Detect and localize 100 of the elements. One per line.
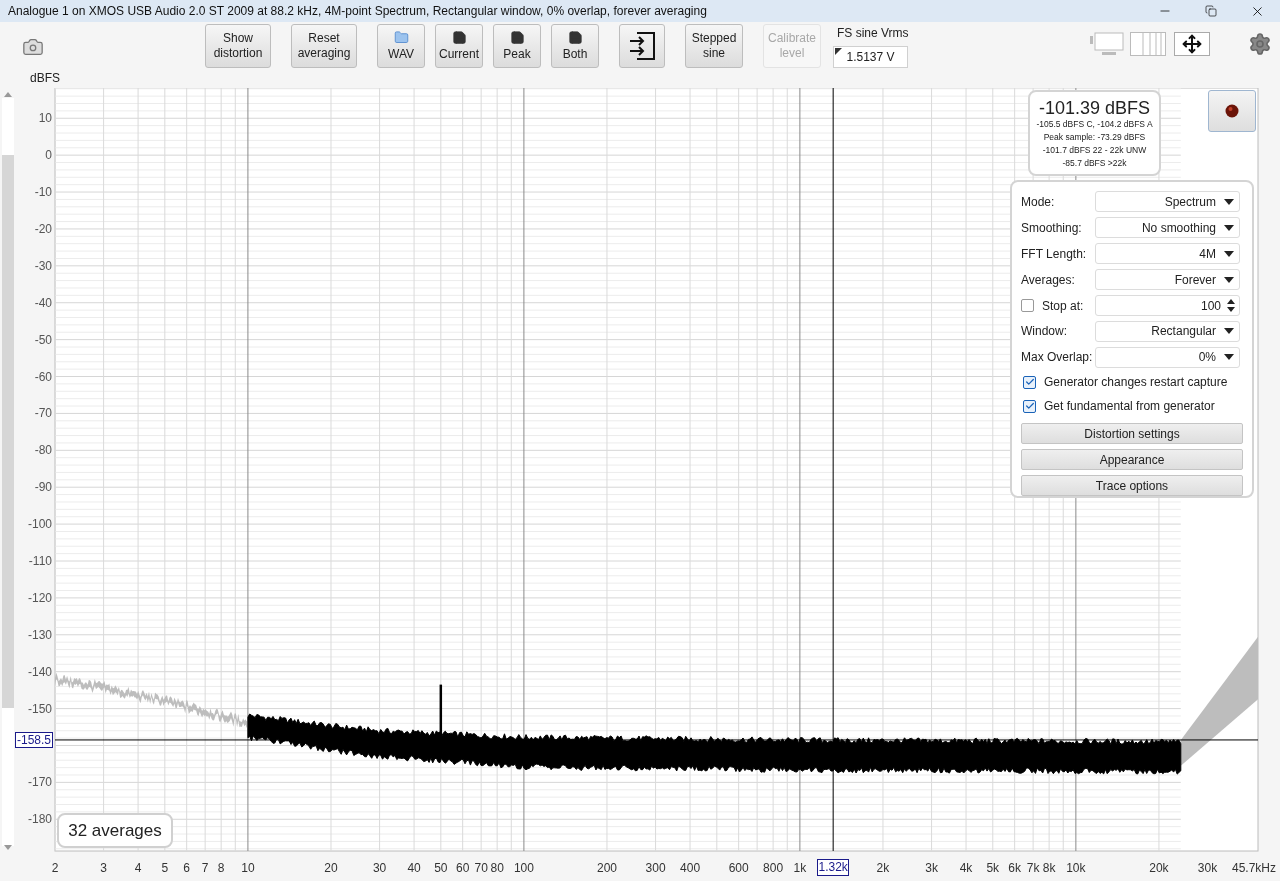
axis-label: -90 bbox=[34, 480, 52, 495]
axis-label: 6 bbox=[183, 861, 190, 875]
checkbox-label: Get fundamental from generator bbox=[1044, 398, 1215, 416]
spin-arrows-icon[interactable] bbox=[1227, 299, 1235, 313]
axis-label: 40 bbox=[407, 861, 421, 875]
axis-label: -20 bbox=[34, 221, 52, 236]
axis-label: -80 bbox=[34, 443, 52, 458]
field-label: Averages: bbox=[1021, 271, 1076, 289]
axis-label: 70 bbox=[474, 861, 488, 875]
axis-label: -50 bbox=[34, 332, 52, 347]
import-icon bbox=[627, 31, 657, 61]
camera-icon bbox=[22, 36, 44, 58]
axis-label: 600 bbox=[728, 861, 749, 875]
readout-detail: -105.5 dBFS C, -104.2 dBFS A bbox=[1036, 118, 1153, 131]
cursor-line[interactable] bbox=[54, 739, 1259, 741]
toolbar-button[interactable]: Stepped sine bbox=[685, 24, 743, 68]
axis-label: 60 bbox=[456, 861, 470, 875]
dropdown[interactable]: Rectangular bbox=[1095, 321, 1240, 342]
axis-label: 400 bbox=[680, 861, 701, 875]
axis-label: -110 bbox=[28, 554, 52, 568]
cursor-readout: 1.32k bbox=[817, 859, 850, 876]
field-label: FS sine Vrms bbox=[837, 25, 909, 42]
axis-label: 200 bbox=[596, 861, 617, 875]
axis-label: 45.7kHz bbox=[1231, 861, 1276, 875]
dropdown-caret-icon bbox=[1224, 354, 1234, 361]
dropdown-caret-icon bbox=[1224, 328, 1234, 335]
panel-button[interactable]: Appearance bbox=[1021, 449, 1243, 471]
axis-label: -60 bbox=[34, 369, 52, 384]
axis-label: -170 bbox=[27, 775, 52, 790]
checkbox[interactable] bbox=[1023, 375, 1036, 389]
number-field[interactable]: 100 bbox=[1095, 295, 1240, 317]
axis-label: 6k bbox=[1008, 861, 1021, 875]
level-readout: -101.39 dBFS bbox=[1038, 98, 1151, 118]
dropdown-caret-icon bbox=[1224, 276, 1234, 283]
settings-icon[interactable] bbox=[1248, 32, 1272, 56]
dropdown[interactable]: 0% bbox=[1095, 346, 1240, 368]
dropdown[interactable]: 4M bbox=[1095, 243, 1240, 265]
dropdown[interactable]: Forever bbox=[1095, 269, 1240, 291]
panel-button[interactable]: Distortion settings bbox=[1021, 423, 1243, 445]
axis-label: -150 bbox=[27, 701, 52, 716]
dropdown[interactable]: No smoothing bbox=[1095, 217, 1240, 239]
corner-marker-icon bbox=[835, 48, 842, 55]
toolbar-button[interactable]: Peak bbox=[493, 24, 541, 68]
voltage-field[interactable]: 1.5137 V bbox=[833, 46, 908, 68]
toolbar-button[interactable]: Reset averaging bbox=[291, 24, 357, 68]
axis-label: 20k bbox=[1149, 861, 1169, 875]
toolbar-button[interactable]: Current bbox=[435, 24, 483, 68]
axis-label: 300 bbox=[645, 861, 666, 875]
field-label: Window: bbox=[1021, 323, 1068, 341]
axis-label: 8 bbox=[217, 861, 225, 875]
checkbox[interactable] bbox=[1021, 299, 1034, 313]
toolbar-button[interactable]: Show distortion bbox=[205, 24, 271, 68]
checkbox-label: Generator changes restart capture bbox=[1044, 374, 1228, 392]
axis-label: -140 bbox=[27, 664, 52, 679]
scrollbar[interactable] bbox=[2, 92, 14, 850]
zoom-move-button[interactable] bbox=[1174, 32, 1210, 56]
record-button[interactable] bbox=[1208, 90, 1256, 132]
axis-label: 20 bbox=[324, 861, 338, 875]
axis-label: -70 bbox=[34, 406, 52, 421]
axis-label: 0 bbox=[45, 148, 52, 163]
field-label: Mode: bbox=[1021, 193, 1056, 211]
checkbox[interactable] bbox=[1023, 399, 1036, 413]
toolbar-button[interactable]: WAV bbox=[377, 24, 425, 68]
axis-label: 2 bbox=[51, 861, 59, 875]
field-label: Max Overlap: bbox=[1021, 349, 1094, 367]
toolbar-button[interactable]: Both bbox=[551, 24, 599, 68]
axis-label: 8k bbox=[1042, 861, 1056, 875]
averages-count: 32 averages bbox=[57, 813, 173, 848]
axis-label: 30 bbox=[372, 861, 387, 875]
axis-label: 100 bbox=[513, 861, 534, 875]
axis-label: -120 bbox=[27, 590, 52, 605]
readout-detail: Peak sample: -73.29 dBFS bbox=[1043, 131, 1146, 144]
axis-label: 7 bbox=[201, 861, 209, 875]
axis-label: -10 bbox=[34, 185, 52, 200]
dropdown-caret-icon bbox=[1224, 198, 1234, 205]
import-button[interactable] bbox=[619, 24, 665, 68]
dropdown[interactable]: Spectrum bbox=[1095, 191, 1240, 213]
field-label: FFT Length: bbox=[1021, 245, 1088, 263]
axis-label: 10 bbox=[241, 861, 255, 875]
axis-label: 1k bbox=[793, 861, 807, 875]
panel-button[interactable]: Trace options bbox=[1021, 475, 1243, 496]
readout-detail: -101.7 dBFS 22 - 22k UNW bbox=[1042, 144, 1147, 157]
axis-label: -130 bbox=[27, 627, 52, 642]
record-icon bbox=[1225, 104, 1239, 118]
axis-label: 3 bbox=[100, 861, 107, 875]
readout-detail: -85.7 dBFS >22k bbox=[1062, 157, 1127, 170]
restore-icon bbox=[1205, 5, 1217, 17]
field-label: Smoothing: bbox=[1021, 219, 1083, 237]
dropdown-caret-icon bbox=[1224, 224, 1234, 231]
axis-label: 50 bbox=[434, 861, 448, 875]
axis-label: 10k bbox=[1066, 861, 1086, 875]
move-arrows-icon bbox=[1182, 34, 1202, 54]
axis-label: 80 bbox=[490, 861, 504, 875]
cursor-readout: -158.5 bbox=[15, 731, 53, 748]
cursor-line[interactable] bbox=[832, 88, 834, 852]
window-title: Analogue 1 on XMOS USB Audio 2.0 ST 2009 at 88.2 kHz, 4M-point Spectrum, Rectangular window, 0% overlap, forever averaging bbox=[8, 3, 707, 20]
dropdown-caret-icon bbox=[1224, 250, 1234, 257]
axis-unit: dBFS bbox=[30, 70, 61, 87]
axis-label: 30k bbox=[1197, 861, 1218, 875]
field-label: Stop at: bbox=[1042, 297, 1084, 315]
